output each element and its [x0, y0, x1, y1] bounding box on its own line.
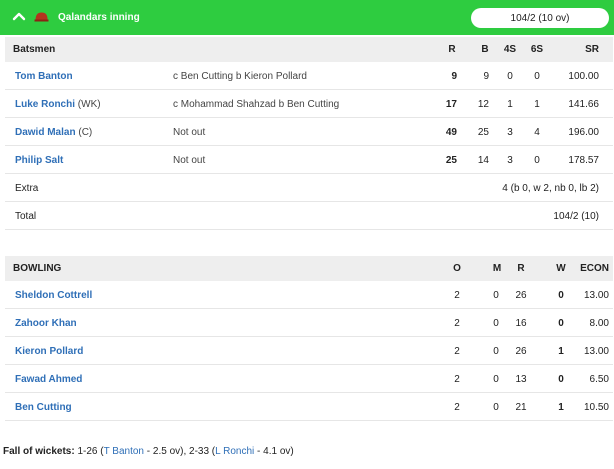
dismissal-text: c Ben Cutting b Kieron Pollard [173, 71, 307, 82]
fow-batsman-link[interactable]: L Ronchi [215, 446, 254, 457]
batsman-sixes: 0 [534, 71, 540, 82]
batsman-runs: 9 [451, 71, 457, 82]
bowler-runs: 26 [515, 346, 527, 357]
batsman-fours: 3 [507, 127, 513, 138]
helmet-icon [34, 12, 49, 22]
col-economy: ECON [580, 263, 609, 274]
batsman-row: Dawid Malan (C) Not out 49 25 3 4 196.00 [5, 118, 613, 146]
fow-wicket-1-score: 1-26 ( [77, 446, 104, 457]
bowler-runs: 26 [515, 290, 527, 301]
bowler-row: Kieron Pollard 2 0 26 1 13.00 [5, 337, 613, 365]
innings-header: Qalandars inning 104/2 (10 ov) [0, 0, 614, 35]
fow-wicket-2-over: - 4.1 ov) [254, 446, 294, 457]
bowler-maidens: 0 [493, 346, 499, 357]
bowler-row: Fawad Ahmed 2 0 13 0 6.50 [5, 365, 613, 393]
bowler-maidens: 0 [493, 402, 499, 413]
bowler-row: Zahoor Khan 2 0 16 0 8.00 [5, 309, 613, 337]
batsmen-heading: Batsmen [13, 44, 56, 55]
batsman-role-tag: (WK) [77, 99, 101, 110]
col-wickets: W [556, 263, 566, 274]
batsman-strike-rate: 178.57 [568, 155, 599, 166]
batsman-runs: 49 [445, 127, 457, 138]
bowler-maidens: 0 [493, 318, 499, 329]
batsman-row: Tom Banton c Ben Cutting b Kieron Pollar… [5, 62, 613, 90]
bowler-overs: 2 [454, 346, 460, 357]
batsman-name[interactable]: Tom Banton [15, 71, 73, 82]
batsman-fours: 1 [507, 99, 513, 110]
bowler-runs: 16 [515, 318, 527, 329]
fall-of-wickets-label: Fall of wickets: [3, 446, 75, 457]
batsman-strike-rate: 100.00 [568, 71, 599, 82]
bowler-row: Ben Cutting 2 0 21 1 10.50 [5, 393, 613, 421]
bowling-heading: BOWLING [13, 263, 62, 274]
bowler-name[interactable]: Sheldon Cottrell [15, 290, 92, 301]
total-label: Total [15, 211, 37, 222]
bowler-name[interactable]: Kieron Pollard [15, 346, 83, 357]
batsman-sixes: 4 [534, 127, 540, 138]
bowler-overs: 2 [454, 402, 460, 413]
col-bowl-runs: R [517, 263, 525, 274]
batsman-name[interactable]: Philip Salt [15, 155, 63, 166]
batsman-name[interactable]: Dawid Malan [15, 127, 76, 138]
bowler-name[interactable]: Ben Cutting [15, 402, 72, 413]
extras-value: 4 (b 0, w 2, nb 0, lb 2) [502, 183, 599, 194]
col-runs: R [448, 44, 456, 55]
bowler-economy: 13.00 [583, 346, 609, 357]
extras-label: Extra [15, 183, 39, 194]
batsman-row: Philip Salt Not out 25 14 3 0 178.57 [5, 146, 613, 174]
batsman-name[interactable]: Luke Ronchi [15, 99, 75, 110]
bowler-name[interactable]: Fawad Ahmed [15, 374, 82, 385]
bowler-runs: 21 [515, 402, 527, 413]
total-value: 104/2 (10) [553, 211, 599, 222]
batting-header-row: Batsmen R B 4S 6S SR [5, 37, 613, 62]
bowler-row: Sheldon Cottrell 2 0 26 0 13.00 [5, 281, 613, 309]
bowler-overs: 2 [454, 318, 460, 329]
batsman-balls: 12 [477, 99, 489, 110]
batsman-name-cell: Dawid Malan (C) [15, 127, 92, 138]
bowler-economy: 13.00 [583, 290, 609, 301]
dismissal-text: Not out [173, 155, 206, 166]
batsman-fours: 3 [507, 155, 513, 166]
total-row: Total 104/2 (10) [5, 202, 613, 230]
bowler-economy: 8.00 [589, 318, 609, 329]
fow-wicket-1-over: - 2.5 ov), 2-33 ( [144, 446, 216, 457]
col-fours: 4S [503, 44, 517, 55]
batsman-sixes: 1 [534, 99, 540, 110]
fall-of-wickets: Fall of wickets: 1-26 (T Banton - 2.5 ov… [3, 446, 294, 457]
dismissal-text: c Mohammad Shahzad b Ben Cutting [173, 99, 340, 110]
bowler-maidens: 0 [493, 374, 499, 385]
bowler-overs: 2 [454, 290, 460, 301]
batsman-sixes: 0 [534, 155, 540, 166]
chevron-up-icon[interactable] [12, 10, 26, 24]
bowler-overs: 2 [454, 374, 460, 385]
col-strike-rate: SR [585, 44, 599, 55]
col-overs: O [453, 263, 461, 274]
col-sixes: 6S [530, 44, 544, 55]
batsman-name-cell: Luke Ronchi (WK) [15, 99, 101, 110]
batsman-strike-rate: 196.00 [568, 127, 599, 138]
innings-score-badge: 104/2 (10 ov) [471, 8, 609, 28]
dismissal-text: Not out [173, 127, 206, 138]
batsman-runs: 25 [445, 155, 457, 166]
bowler-name[interactable]: Zahoor Khan [15, 318, 77, 329]
batsman-balls: 9 [483, 71, 489, 82]
bowler-economy: 10.50 [583, 402, 609, 413]
batsman-role-tag: (C) [78, 127, 93, 138]
fow-batsman-link[interactable]: T Banton [104, 446, 144, 457]
batsman-strike-rate: 141.66 [568, 99, 599, 110]
team-innings-title: Qalandars inning [58, 12, 140, 23]
bowler-runs: 13 [515, 374, 527, 385]
batsman-balls: 25 [477, 127, 489, 138]
batsman-runs: 17 [445, 99, 457, 110]
batsman-fours: 0 [507, 71, 513, 82]
col-balls: B [481, 44, 489, 55]
bowler-maidens: 0 [493, 290, 499, 301]
batsman-balls: 14 [477, 155, 489, 166]
batsman-row: Luke Ronchi (WK) c Mohammad Shahzad b Be… [5, 90, 613, 118]
extras-row: Extra 4 (b 0, w 2, nb 0, lb 2) [5, 174, 613, 202]
bowler-economy: 6.50 [589, 374, 609, 385]
col-maidens: M [492, 263, 502, 274]
bowling-header-row: BOWLING O M R W ECON [5, 256, 613, 281]
